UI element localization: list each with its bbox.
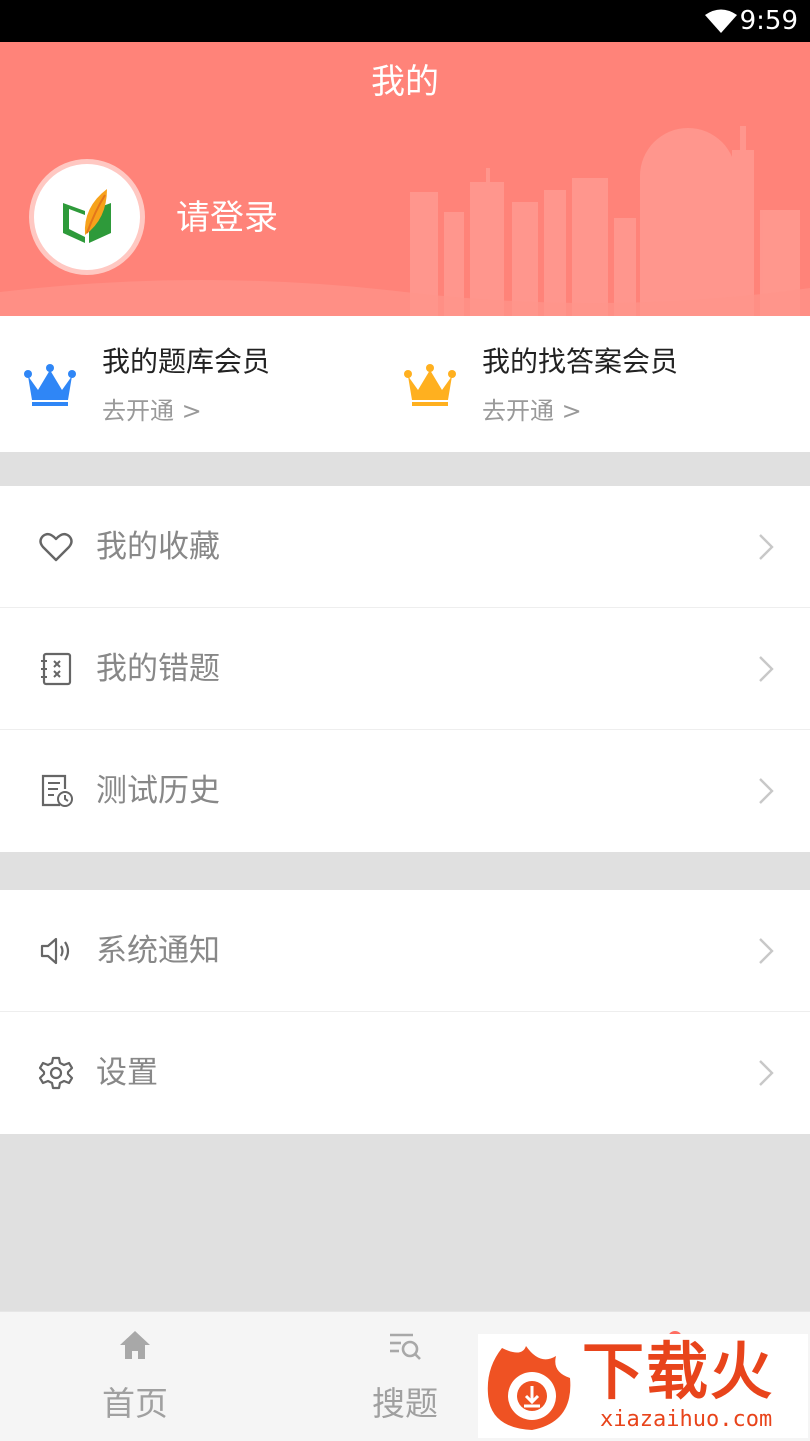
- app-logo-icon: [63, 189, 111, 243]
- chevron-right-icon: [759, 534, 774, 560]
- status-time: 9:59: [739, 6, 798, 36]
- gear-icon: [38, 1056, 74, 1090]
- home-icon: [120, 1331, 150, 1359]
- chevron-right-icon: [759, 938, 774, 964]
- activate-link[interactable]: 去开通 >: [102, 394, 202, 428]
- watermark-url: xiazaihuo.com: [600, 1407, 773, 1432]
- page-title: 我的: [371, 62, 439, 102]
- menu-group-system: 系统通知 设置: [0, 890, 810, 1134]
- activate-link[interactable]: 去开通 >: [482, 394, 582, 428]
- membership-panel: 我的题库会员 去开通 > 我的找答案会员 去开通 >: [0, 316, 810, 452]
- menu-item-favorites[interactable]: 我的收藏: [0, 486, 810, 608]
- menu-item-test-history[interactable]: 测试历史: [0, 730, 810, 852]
- membership-title: 我的题库会员: [102, 345, 271, 378]
- chevron-right-icon: [759, 656, 774, 682]
- menu-label: 我的错题: [96, 651, 220, 687]
- menu-label: 设置: [96, 1055, 158, 1091]
- profile-header: 我的 请登录: [0, 42, 810, 316]
- speaker-icon: [40, 937, 70, 965]
- avatar[interactable]: [34, 164, 140, 270]
- search-question-icon: [390, 1333, 421, 1360]
- wifi-icon: [705, 9, 737, 33]
- status-bar: 9:59: [0, 0, 810, 42]
- heart-icon: [39, 532, 73, 562]
- login-link[interactable]: 请登录: [176, 196, 278, 240]
- chevron-right-icon: [759, 1060, 774, 1086]
- menu-group-study: 我的收藏 我的错题 测试历史: [0, 486, 810, 852]
- crown-icon: [404, 364, 456, 406]
- flame-logo-icon: [487, 1346, 571, 1430]
- tab-home[interactable]: 首页: [0, 1312, 270, 1441]
- menu-item-notifications[interactable]: 系统通知: [0, 890, 810, 1012]
- answer-finder-membership[interactable]: 我的找答案会员 去开通 >: [380, 316, 785, 452]
- menu-item-wrong-questions[interactable]: 我的错题: [0, 608, 810, 730]
- menu-label: 测试历史: [96, 773, 220, 809]
- crown-icon: [24, 364, 76, 406]
- menu-item-settings[interactable]: 设置: [0, 1012, 810, 1134]
- test-history-icon: [41, 774, 73, 807]
- membership-title: 我的找答案会员: [482, 345, 679, 378]
- watermark: 下载火 xiazaihuo.com: [478, 1334, 808, 1438]
- question-bank-membership[interactable]: 我的题库会员 去开通 >: [0, 316, 405, 452]
- tab-label: 首页: [102, 1384, 168, 1423]
- watermark-text: 下载火: [582, 1335, 775, 1408]
- chevron-right-icon: [759, 778, 774, 804]
- menu-label: 系统通知: [96, 933, 220, 969]
- wrong-questions-icon: [41, 652, 72, 686]
- menu-label: 我的收藏: [96, 529, 220, 565]
